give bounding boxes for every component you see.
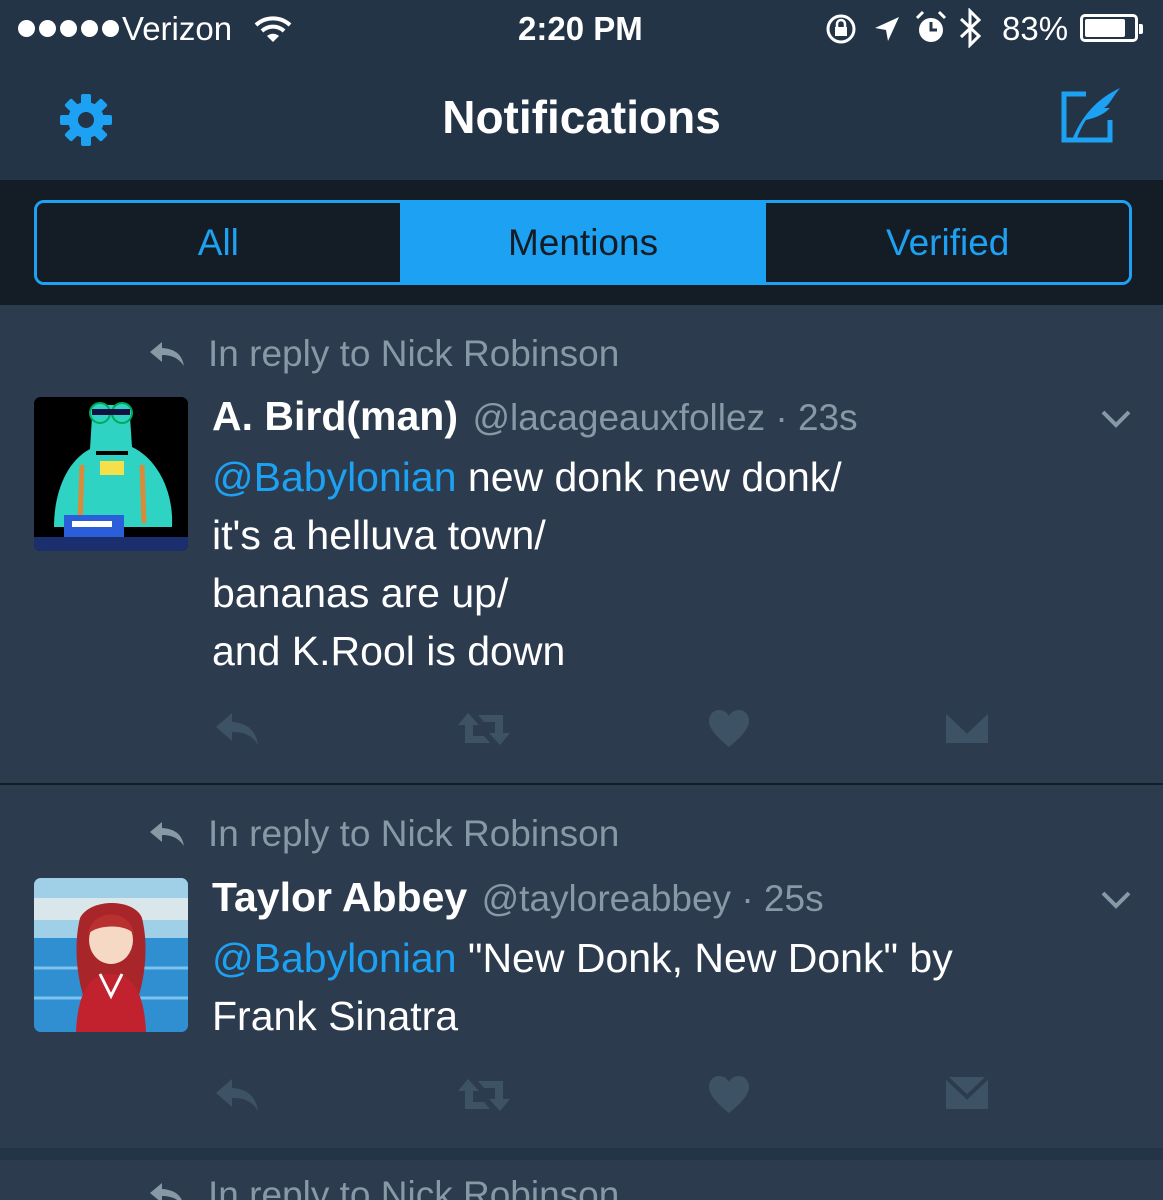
tabs-bar: All Mentions Verified [0, 180, 1163, 305]
clock: 2:20 PM [518, 10, 643, 47]
mention-link[interactable]: @Babylonian [212, 454, 457, 500]
notifications-tabs: All Mentions Verified [34, 200, 1132, 285]
signal-dots-icon [18, 20, 119, 37]
retweet-icon[interactable] [456, 1075, 512, 1115]
reply-context-label: In reply to Nick Robinson [208, 813, 620, 854]
tweet[interactable]: In reply to Nick Robinson [0, 1160, 1163, 1200]
retweet-icon[interactable] [456, 709, 512, 749]
reply-context: In reply to Nick Robinson [148, 813, 619, 855]
tweet-actions [0, 1075, 1163, 1125]
bluetooth-icon [959, 8, 982, 48]
reply-context-icon [150, 342, 184, 366]
divider [0, 1148, 1163, 1160]
battery-percent: 83% [1002, 10, 1069, 47]
chevron-down-icon[interactable] [1100, 409, 1132, 429]
status-bar: Verizon 2:20 PM 83% [0, 0, 1163, 60]
mention-link[interactable]: @Babylonian [212, 935, 457, 981]
reply-icon[interactable] [214, 709, 260, 749]
tweet-text: @Babylonian "New Donk, New Donk" by Fran… [212, 929, 1112, 1045]
like-heart-icon[interactable] [708, 1075, 750, 1115]
reply-icon[interactable] [214, 1075, 260, 1115]
reply-context: In reply to Nick Robinson [148, 333, 619, 375]
tweet-header: A. Bird(man) @lacageauxfollez · 23s [212, 393, 858, 440]
reply-context-label: In reply to Nick Robinson [208, 1174, 620, 1200]
display-name[interactable]: A. Bird(man) [212, 393, 458, 439]
reply-context-icon [150, 822, 184, 846]
direct-message-icon[interactable] [944, 1075, 990, 1115]
compose-tweet-icon[interactable] [1060, 84, 1124, 148]
reply-context-label: In reply to Nick Robinson [208, 333, 620, 374]
nav-bar: Notifications [0, 60, 1163, 180]
alarm-icon [915, 10, 947, 42]
carrier-label: Verizon [122, 10, 233, 47]
like-heart-icon[interactable] [708, 709, 750, 749]
tweet-actions [0, 709, 1163, 759]
battery-icon [1080, 14, 1143, 42]
direct-message-icon[interactable] [944, 709, 990, 749]
tab-verified[interactable]: Verified [764, 203, 1129, 282]
tab-all[interactable]: All [37, 203, 400, 282]
tweet[interactable]: In reply to Nick Robinson A. Bird(man) @… [0, 305, 1163, 783]
avatar[interactable] [34, 878, 188, 1032]
reply-context: In reply to Nick Robinson [148, 1174, 619, 1200]
anime-girl-avatar [34, 878, 188, 1032]
avatar[interactable] [34, 397, 188, 551]
tweet-header: Taylor Abbey @tayloreabbey · 25s [212, 874, 824, 921]
cartoon-alien-avatar [34, 397, 188, 551]
chevron-down-icon[interactable] [1100, 890, 1132, 910]
tweet-text: @Babylonian new donk new donk/ it's a he… [212, 448, 1112, 680]
page-title: Notifications [442, 91, 721, 143]
handle-and-time: @tayloreabbey · 25s [481, 878, 824, 919]
tweet[interactable]: In reply to Nick Robinson Taylor Abbey @… [0, 785, 1163, 1148]
display-name[interactable]: Taylor Abbey [212, 874, 467, 920]
tab-mentions[interactable]: Mentions [399, 203, 765, 282]
wifi-icon [254, 16, 292, 42]
rotation-lock-icon [826, 14, 856, 44]
reply-context-icon [150, 1183, 182, 1200]
location-arrow-icon [875, 17, 899, 41]
handle-and-time: @lacageauxfollez · 23s [472, 397, 858, 438]
